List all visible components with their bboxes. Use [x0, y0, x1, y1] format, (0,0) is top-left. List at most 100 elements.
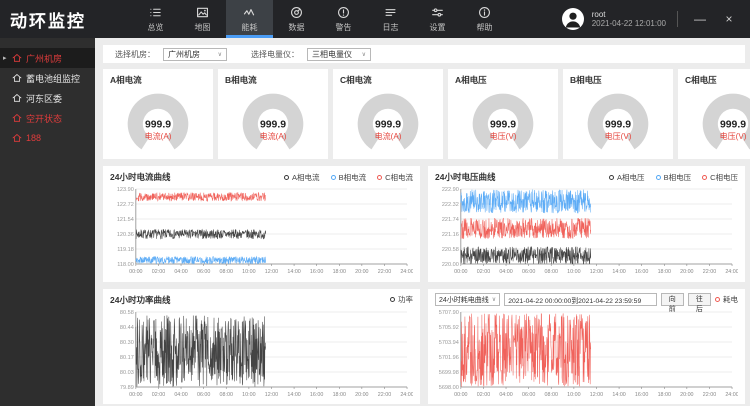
sidebar-item-2[interactable]: 蓄电池组监控 [0, 68, 95, 88]
svg-text:24:00: 24:00 [400, 269, 413, 275]
legend-item-A相电流[interactable]: A相电流 [284, 172, 320, 183]
sidebar-item-4[interactable]: 空开状态 [0, 108, 95, 128]
main-content: 选择机房： 广州机房 ∨ 选择电量仪： 三相电量仪 ∨ A相电流 999.9 电… [95, 38, 750, 406]
home-icon [12, 53, 22, 63]
series-line-C相电流 [136, 193, 266, 202]
svg-text:16:00: 16:00 [310, 391, 323, 397]
overview-list-icon [149, 6, 162, 19]
svg-text:22:00: 22:00 [703, 391, 716, 397]
svg-text:12:00: 12:00 [265, 269, 278, 275]
gauge-arc: 999.9 电流(A) [225, 86, 321, 158]
curve-type-select[interactable]: 24小时耗电曲线 ∨ [435, 293, 500, 306]
sidebar-item-label: 188 [26, 133, 41, 143]
svg-text:06:00: 06:00 [197, 391, 210, 397]
sidebar: ▸ 广州机房 蓄电池组监控 河东区委 空开状态 188 [0, 38, 95, 406]
svg-text:20:00: 20:00 [355, 269, 368, 275]
top-bar: 动环监控 总览 地图 能耗 数据 警告 日志 设置 帮助 root 2021-0… [0, 0, 750, 38]
next-button[interactable]: 往后 [688, 293, 711, 306]
chart-plot: 80.5880.4480.3080.1780.0379.8900:0002:00… [110, 307, 413, 403]
svg-text:79.89: 79.89 [120, 384, 134, 390]
nav-item-7[interactable]: 设置 [414, 0, 461, 38]
legend-ring-icon [377, 175, 382, 180]
gauge-unit: 电压(V) [720, 131, 747, 141]
svg-text:08:00: 08:00 [545, 391, 558, 397]
gauge-card-5: B相电压 999.9 电压(V) [563, 69, 673, 159]
gauge-title: A相电流 [110, 74, 206, 86]
nav-item-label: 能耗 [242, 22, 258, 33]
svg-text:14:00: 14:00 [287, 391, 300, 397]
sidebar-item-1[interactable]: ▸ 广州机房 [0, 48, 95, 68]
legend-item-A相电压[interactable]: A相电压 [609, 172, 645, 183]
gauge-title: B相电流 [225, 74, 321, 86]
sidebar-item-5[interactable]: 188 [0, 128, 95, 148]
meter-select[interactable]: 三相电量仪 ∨ [307, 48, 371, 61]
svg-text:20:00: 20:00 [680, 391, 693, 397]
legend-item-C相电流[interactable]: C相电流 [377, 172, 413, 183]
svg-text:18:00: 18:00 [658, 391, 671, 397]
legend-ring-icon [715, 297, 720, 302]
svg-text:222.32: 222.32 [442, 202, 459, 208]
room-select[interactable]: 广州机房 ∨ [163, 48, 227, 61]
home-icon [12, 133, 22, 143]
date-range-input[interactable] [504, 293, 657, 306]
svg-text:22:00: 22:00 [378, 391, 391, 397]
series-line-耗电 [461, 313, 591, 386]
svg-text:06:00: 06:00 [522, 269, 535, 275]
nav-item-2[interactable]: 地图 [179, 0, 226, 38]
svg-text:220.58: 220.58 [442, 247, 459, 253]
chart-header: 24小时电压曲线 A相电压 B相电压 C相电压 [435, 170, 738, 184]
nav-item-5[interactable]: 警告 [320, 0, 367, 38]
close-button[interactable]: × [718, 8, 740, 30]
svg-text:122.72: 122.72 [117, 202, 134, 208]
legend-item-B相电流[interactable]: B相电流 [331, 172, 367, 183]
svg-text:80.17: 80.17 [120, 354, 134, 360]
nav-item-4[interactable]: 数据 [273, 0, 320, 38]
legend-label: C相电压 [710, 172, 738, 183]
svg-text:02:00: 02:00 [152, 391, 165, 397]
chart-header: 24小时功率曲线 功率 [110, 293, 413, 307]
legend-ring-icon [609, 175, 614, 180]
chart-plot: 5707.905705.925703.945701.965699.985698.… [435, 307, 738, 403]
nav-item-8[interactable]: 帮助 [461, 0, 508, 38]
room-select-label: 选择机房： [115, 49, 155, 60]
chart-header: 24小时电流曲线 A相电流 B相电流 C相电流 [110, 170, 413, 184]
svg-text:5705.92: 5705.92 [439, 324, 459, 330]
gauge-value: 999.9 [720, 120, 746, 131]
gauge-value: 999.9 [260, 120, 286, 131]
svg-text:20:00: 20:00 [680, 269, 693, 275]
sidebar-item-3[interactable]: 河东区委 [0, 88, 95, 108]
gauge-arc: 999.9 电压(V) [455, 86, 551, 158]
home-icon [12, 113, 22, 123]
nav-item-3[interactable]: 能耗 [226, 0, 273, 38]
svg-text:24:00: 24:00 [725, 391, 738, 397]
top-nav: 总览 地图 能耗 数据 警告 日志 设置 帮助 [132, 0, 508, 38]
filter-bar: 选择机房： 广州机房 ∨ 选择电量仪： 三相电量仪 ∨ [103, 45, 745, 63]
svg-text:119.18: 119.18 [117, 247, 134, 253]
log-icon [384, 6, 397, 19]
prev-button[interactable]: 向前 [661, 293, 684, 306]
series-line-B相电流 [136, 256, 266, 264]
nav-item-1[interactable]: 总览 [132, 0, 179, 38]
legend-item-耗电[interactable]: 耗电 [715, 294, 738, 305]
chart-legend: A相电流 B相电流 C相电流 [284, 172, 413, 183]
user-avatar-icon[interactable] [561, 7, 585, 31]
svg-text:10:00: 10:00 [242, 391, 255, 397]
nav-item-6[interactable]: 日志 [367, 0, 414, 38]
svg-text:222.90: 222.90 [442, 187, 459, 193]
svg-text:06:00: 06:00 [522, 391, 535, 397]
svg-text:00:00: 00:00 [454, 391, 467, 397]
legend-item-功率[interactable]: 功率 [390, 294, 413, 305]
legend-item-C相电压[interactable]: C相电压 [702, 172, 738, 183]
series-line-功率 [136, 315, 266, 386]
svg-text:18:00: 18:00 [333, 269, 346, 275]
minimize-button[interactable]: — [689, 8, 711, 30]
legend-label: A相电压 [617, 172, 645, 183]
divider [677, 11, 678, 27]
chevron-down-icon: ∨ [492, 296, 496, 303]
svg-text:16:00: 16:00 [635, 269, 648, 275]
svg-text:06:00: 06:00 [197, 269, 210, 275]
energy-wave-icon [243, 6, 256, 19]
legend-item-B相电压[interactable]: B相电压 [656, 172, 692, 183]
svg-text:16:00: 16:00 [635, 391, 648, 397]
chart-title: 24小时电流曲线 [110, 171, 170, 183]
